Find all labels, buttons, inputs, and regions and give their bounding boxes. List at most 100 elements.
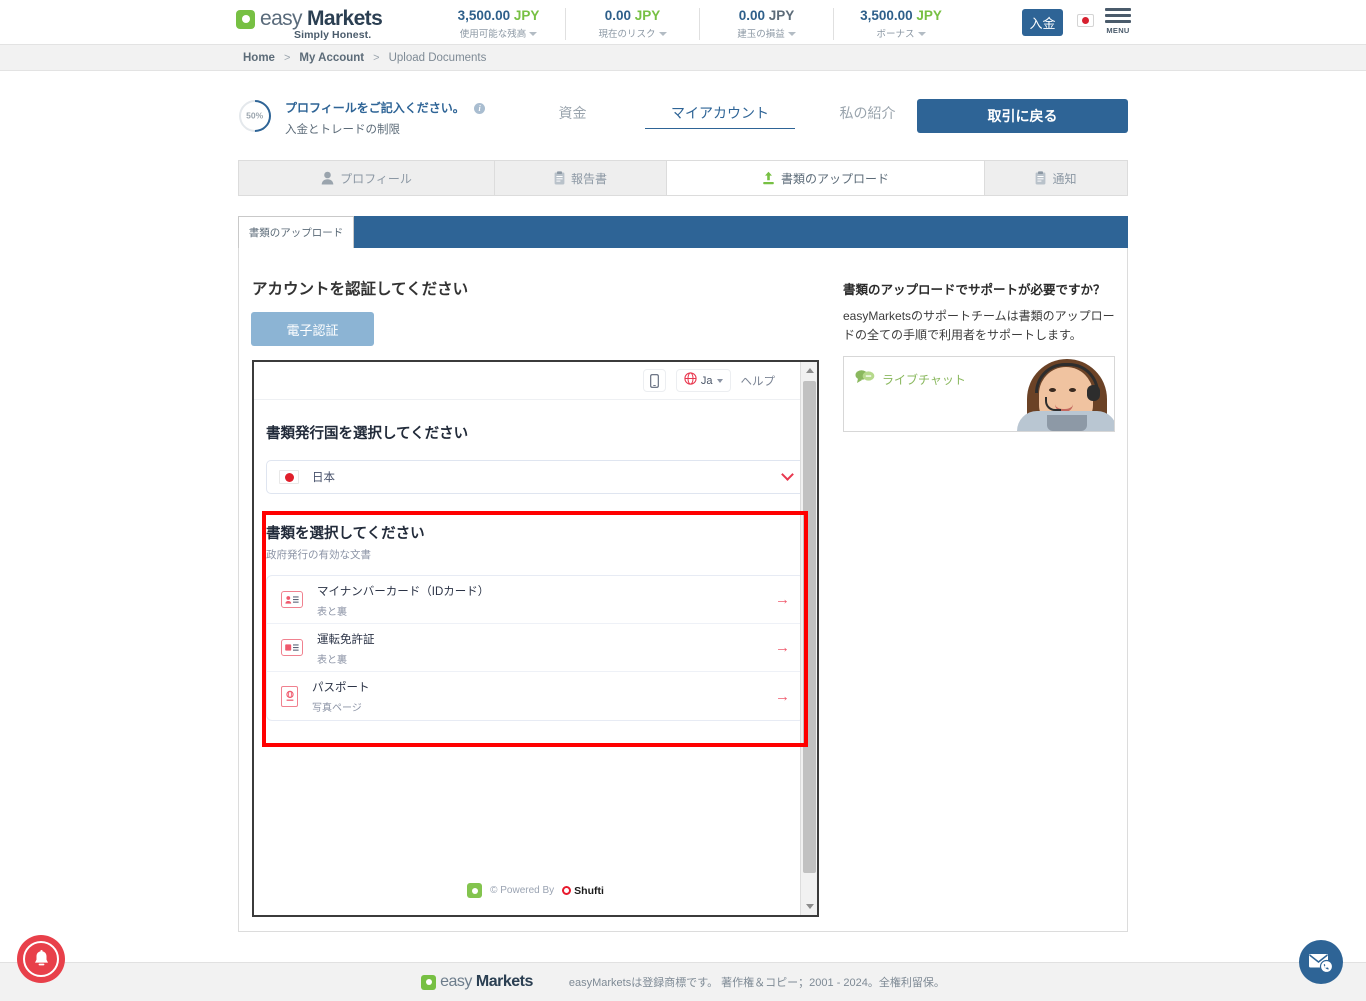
id-card-icon — [281, 591, 303, 608]
scroll-up-button[interactable] — [801, 362, 817, 379]
main-nav-tabs: 資金 マイアカウント 私の紹介 — [500, 103, 940, 129]
drivers-license-icon — [281, 639, 303, 656]
tab-upload-documents-label: 書類のアップロード — [780, 171, 889, 186]
profile-progress-value: 50% — [246, 110, 264, 121]
help-link[interactable]: ヘルプ — [741, 373, 776, 389]
breadcrumb-item-upload-documents: Upload Documents — [388, 51, 487, 64]
info-icon[interactable]: i — [474, 103, 486, 114]
chevron-down-icon[interactable] — [787, 32, 796, 37]
stat-currency: JPY — [513, 8, 540, 23]
clipboard-icon — [1035, 171, 1046, 185]
footer-copyright: easyMarketsは登録商標です。 著作権＆コピー；2001 - 2024。… — [568, 977, 945, 989]
chevron-down-icon[interactable] — [917, 32, 926, 37]
shufti-label: Shufti — [574, 884, 604, 897]
document-option-title: パスポート — [312, 682, 370, 694]
tab-profile-label: プロフィール — [340, 171, 412, 186]
chevron-down-icon[interactable] — [658, 32, 667, 37]
page-footer: easy Markets easyMarketsは登録商標です。 著作権＆コピー；… — [0, 962, 1366, 1001]
stat-value: 3,500.00 — [457, 8, 511, 23]
document-option-subtitle: 表と裏 — [317, 606, 347, 618]
language-value: Ja — [700, 374, 713, 387]
japan-flag-icon — [279, 470, 299, 484]
document-option-id-card[interactable]: マイナンバーカード（IDカード） 表と裏 → — [267, 576, 804, 624]
document-option-passport[interactable]: パスポート 写真ページ → — [267, 672, 804, 720]
upload-icon — [762, 171, 775, 185]
contact-chat-button[interactable] — [1299, 940, 1343, 984]
support-agent-photo — [1011, 357, 1114, 431]
deposit-button[interactable]: 入金 — [1022, 9, 1063, 36]
logo-mark-icon — [236, 9, 255, 29]
stat-currency: JPY — [768, 8, 795, 23]
brand-logo[interactable]: easy Markets Simply Honest. — [236, 7, 383, 41]
verify-account-heading: アカウントを認証してください — [252, 281, 469, 298]
stat-value: 3,500.00 — [860, 8, 913, 23]
phone-icon[interactable] — [642, 369, 666, 392]
logo-easy-text: easy — [260, 7, 303, 30]
tab-notifications[interactable]: 通知 — [985, 161, 1127, 195]
language-selector[interactable]: Ja — [675, 369, 731, 392]
scrollbar-thumb[interactable] — [803, 381, 816, 873]
stat-currency: JPY — [916, 8, 942, 23]
menu-label: MENU — [1106, 26, 1130, 35]
bell-icon — [23, 941, 59, 977]
arrow-right-icon: → — [775, 687, 790, 705]
menu-button[interactable]: MENU — [1105, 8, 1131, 35]
document-option-title: 運転免許証 — [317, 633, 375, 646]
sub-tab-bar: 書類のアップロード — [238, 216, 1128, 248]
footer-logo[interactable]: easy Markets — [421, 973, 533, 991]
chevron-down-icon — [781, 468, 794, 481]
nav-tab-funds[interactable]: 資金 — [500, 103, 645, 129]
kyc-footer: © Powered By Shufti — [254, 883, 817, 898]
back-to-trading-button[interactable]: 取引に戻る — [917, 99, 1128, 133]
stat-bonus[interactable]: 3,500.00 JPY ボーナス — [834, 8, 968, 40]
tab-reports-label: 報告書 — [570, 171, 607, 186]
document-option-drivers-license[interactable]: 運転免許証 表と裏 → — [267, 624, 804, 672]
breadcrumb-item-my-account[interactable]: My Account — [299, 52, 364, 64]
document-option-title: マイナンバーカード（IDカード） — [317, 585, 490, 598]
account-stats: 3,500.00 JPY 使用可能な残高 0.00 JPY 現在のリスク 0.0… — [432, 8, 968, 40]
top-header: easy Markets Simply Honest. 3,500.00 JPY … — [0, 0, 1366, 45]
menu-bar-icon — [1105, 20, 1131, 23]
tab-profile[interactable]: プロフィール — [239, 161, 495, 195]
live-chat-card[interactable]: ライブチャット — [843, 356, 1115, 432]
menu-bar-icon — [1105, 8, 1131, 11]
stat-current-risk[interactable]: 0.00 JPY 現在のリスク — [566, 8, 700, 40]
stat-value: 0.00 — [738, 8, 765, 23]
arrow-right-icon: → — [775, 639, 790, 656]
document-section: 書類を選択してください 政府発行の有効な文書 マイナンバーカード（IDカード） … — [266, 522, 805, 721]
stat-label: 使用可能な残高 — [459, 29, 527, 40]
electronic-auth-button[interactable]: 電子認証 — [251, 312, 374, 346]
country-heading: 書類発行国を選択してください — [266, 426, 469, 442]
scroll-down-button[interactable] — [801, 898, 817, 915]
tab-reports[interactable]: 報告書 — [495, 161, 667, 195]
kyc-body: 書類発行国を選択してください 日本 書類を選択してください 政府発行の有効な文書… — [254, 400, 817, 721]
triangle-up-icon — [805, 368, 814, 373]
passport-icon — [281, 685, 298, 707]
breadcrumb-item-home[interactable]: Home — [243, 52, 275, 64]
footer-logo-markets: Markets — [475, 973, 533, 990]
powered-by-label: © Powered By — [490, 885, 555, 896]
stat-available-balance[interactable]: 3,500.00 JPY 使用可能な残高 — [432, 8, 566, 40]
document-option-subtitle: 写真ページ — [312, 703, 362, 714]
logo-tagline: Simply Honest. — [294, 29, 372, 41]
profile-prompt-title: プロフィールをご記入ください。 — [285, 101, 465, 115]
japan-flag-icon[interactable] — [1077, 14, 1094, 27]
nav-tab-my-account[interactable]: マイアカウント — [645, 103, 795, 129]
chevron-down-icon[interactable] — [529, 32, 538, 37]
chat-bubble-icon — [855, 369, 875, 389]
live-chat-label: ライブチャット — [882, 372, 966, 387]
document-heading: 書類を選択してください — [266, 526, 425, 542]
iframe-scrollbar[interactable] — [800, 362, 817, 915]
support-heading: 書類のアップロードでサポートが必要ですか？ — [843, 283, 1106, 297]
person-icon — [321, 171, 334, 185]
tab-upload-documents[interactable]: 書類のアップロード — [667, 161, 985, 195]
mail-phone-icon — [1309, 954, 1334, 973]
country-select[interactable]: 日本 — [266, 460, 805, 494]
sub-tab-upload-documents[interactable]: 書類のアップロード — [238, 216, 354, 248]
stat-open-pnl[interactable]: 0.00 JPY 建玉の損益 — [700, 8, 834, 40]
breadcrumb-separator: > — [283, 51, 291, 64]
shufti-logo: Shufti — [562, 885, 604, 897]
footer-logo-easy: easy — [440, 973, 472, 990]
stat-label: ボーナス — [876, 29, 915, 40]
notification-bell-button[interactable] — [17, 935, 65, 983]
